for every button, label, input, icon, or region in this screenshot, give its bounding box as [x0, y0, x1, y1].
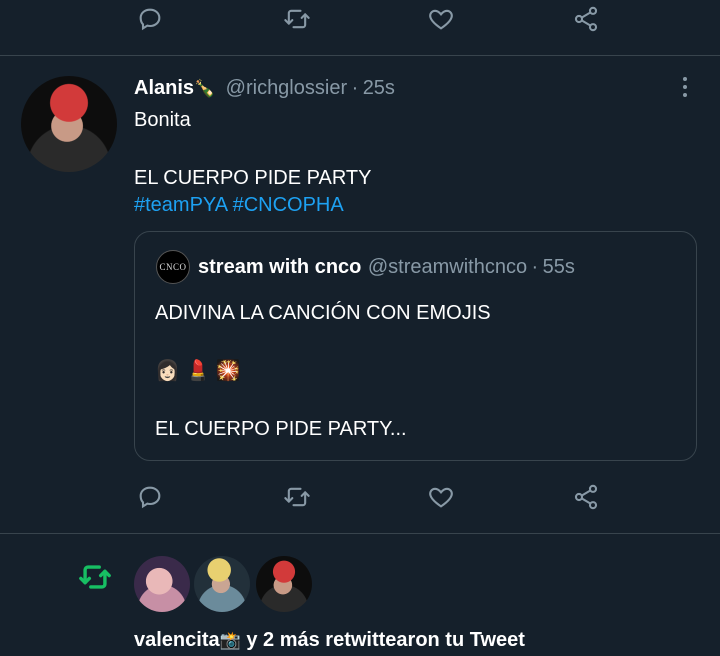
retweet-icon: [79, 565, 111, 589]
notification-retweet-icon: [74, 560, 116, 594]
share-icon: [574, 6, 598, 32]
quote-text-line3: EL CUERPO PIDE PARTY...: [155, 418, 407, 440]
share-icon: [574, 484, 598, 510]
quote-author-name[interactable]: stream with cnco: [198, 256, 361, 278]
notification-text[interactable]: valencita📸 y 2 más retwittearon tu Tweet: [134, 629, 525, 652]
tweet-time[interactable]: 25s: [363, 77, 395, 99]
retweeter-avatar[interactable]: [194, 556, 250, 612]
quote-avatar[interactable]: CNCO: [156, 250, 190, 284]
like-button[interactable]: [423, 479, 459, 515]
quoted-tweet-card[interactable]: CNCO stream with cnco @streamwithcnco · …: [134, 231, 697, 461]
divider-bottom: [0, 533, 720, 534]
retweet-icon: [284, 9, 310, 29]
tweet-author-name[interactable]: Alanis: [134, 77, 194, 99]
retweeter-avatar[interactable]: [256, 556, 312, 612]
more-options-button[interactable]: [672, 74, 698, 100]
like-icon: [429, 9, 453, 30]
hashtag-link[interactable]: #teamPYA: [134, 194, 228, 216]
retweet-icon: [284, 487, 310, 507]
quote-header: stream with cnco @streamwithcnco · 55s: [198, 256, 575, 278]
top-action-row: [0, 0, 720, 40]
user-avatar-red-hair-icon: [21, 76, 117, 172]
quote-avatar-text: CNCO: [159, 262, 187, 272]
share-button[interactable]: [568, 479, 604, 515]
retweet-button[interactable]: [279, 1, 315, 37]
retweeter-avatar[interactable]: [134, 556, 190, 612]
more-dots-icon: [683, 77, 687, 97]
notification-user-name[interactable]: valencita: [134, 629, 220, 651]
reply-button[interactable]: [132, 479, 168, 515]
share-button[interactable]: [568, 1, 604, 37]
quote-author-handle[interactable]: @streamwithcnco: [368, 256, 527, 278]
quote-emojis: 👩🏻 💄 🎇: [155, 360, 241, 382]
hashtag-link[interactable]: #CNCOPHA: [233, 194, 344, 216]
camera-emoji: 📸: [219, 631, 241, 650]
tweet-avatar[interactable]: [21, 76, 117, 172]
tweet-hashtags: #teamPYA #CNCOPHA: [134, 194, 344, 217]
bottle-emoji: 🍾: [194, 79, 216, 98]
divider-top: [0, 55, 720, 56]
tweet-text-line1: Bonita: [134, 109, 191, 131]
retweet-button[interactable]: [279, 479, 315, 515]
tweet-action-row: [0, 478, 720, 518]
like-button[interactable]: [423, 1, 459, 37]
quote-text-line1: ADIVINA LA CANCIÓN CON EMOJIS: [155, 302, 491, 324]
notification-rest-text: y 2 más retwittearon tu Tweet: [240, 629, 525, 651]
reply-icon: [139, 486, 161, 509]
reply-button[interactable]: [132, 1, 168, 37]
like-icon: [429, 487, 453, 508]
reply-icon: [139, 8, 161, 31]
tweet-text-line2: EL CUERPO PIDE PARTY: [134, 167, 372, 189]
quote-time[interactable]: 55s: [543, 256, 575, 278]
tweet-author-handle[interactable]: @richglossier: [226, 77, 347, 99]
tweet-header: Alanis🍾 @richglossier · 25s: [134, 77, 395, 99]
